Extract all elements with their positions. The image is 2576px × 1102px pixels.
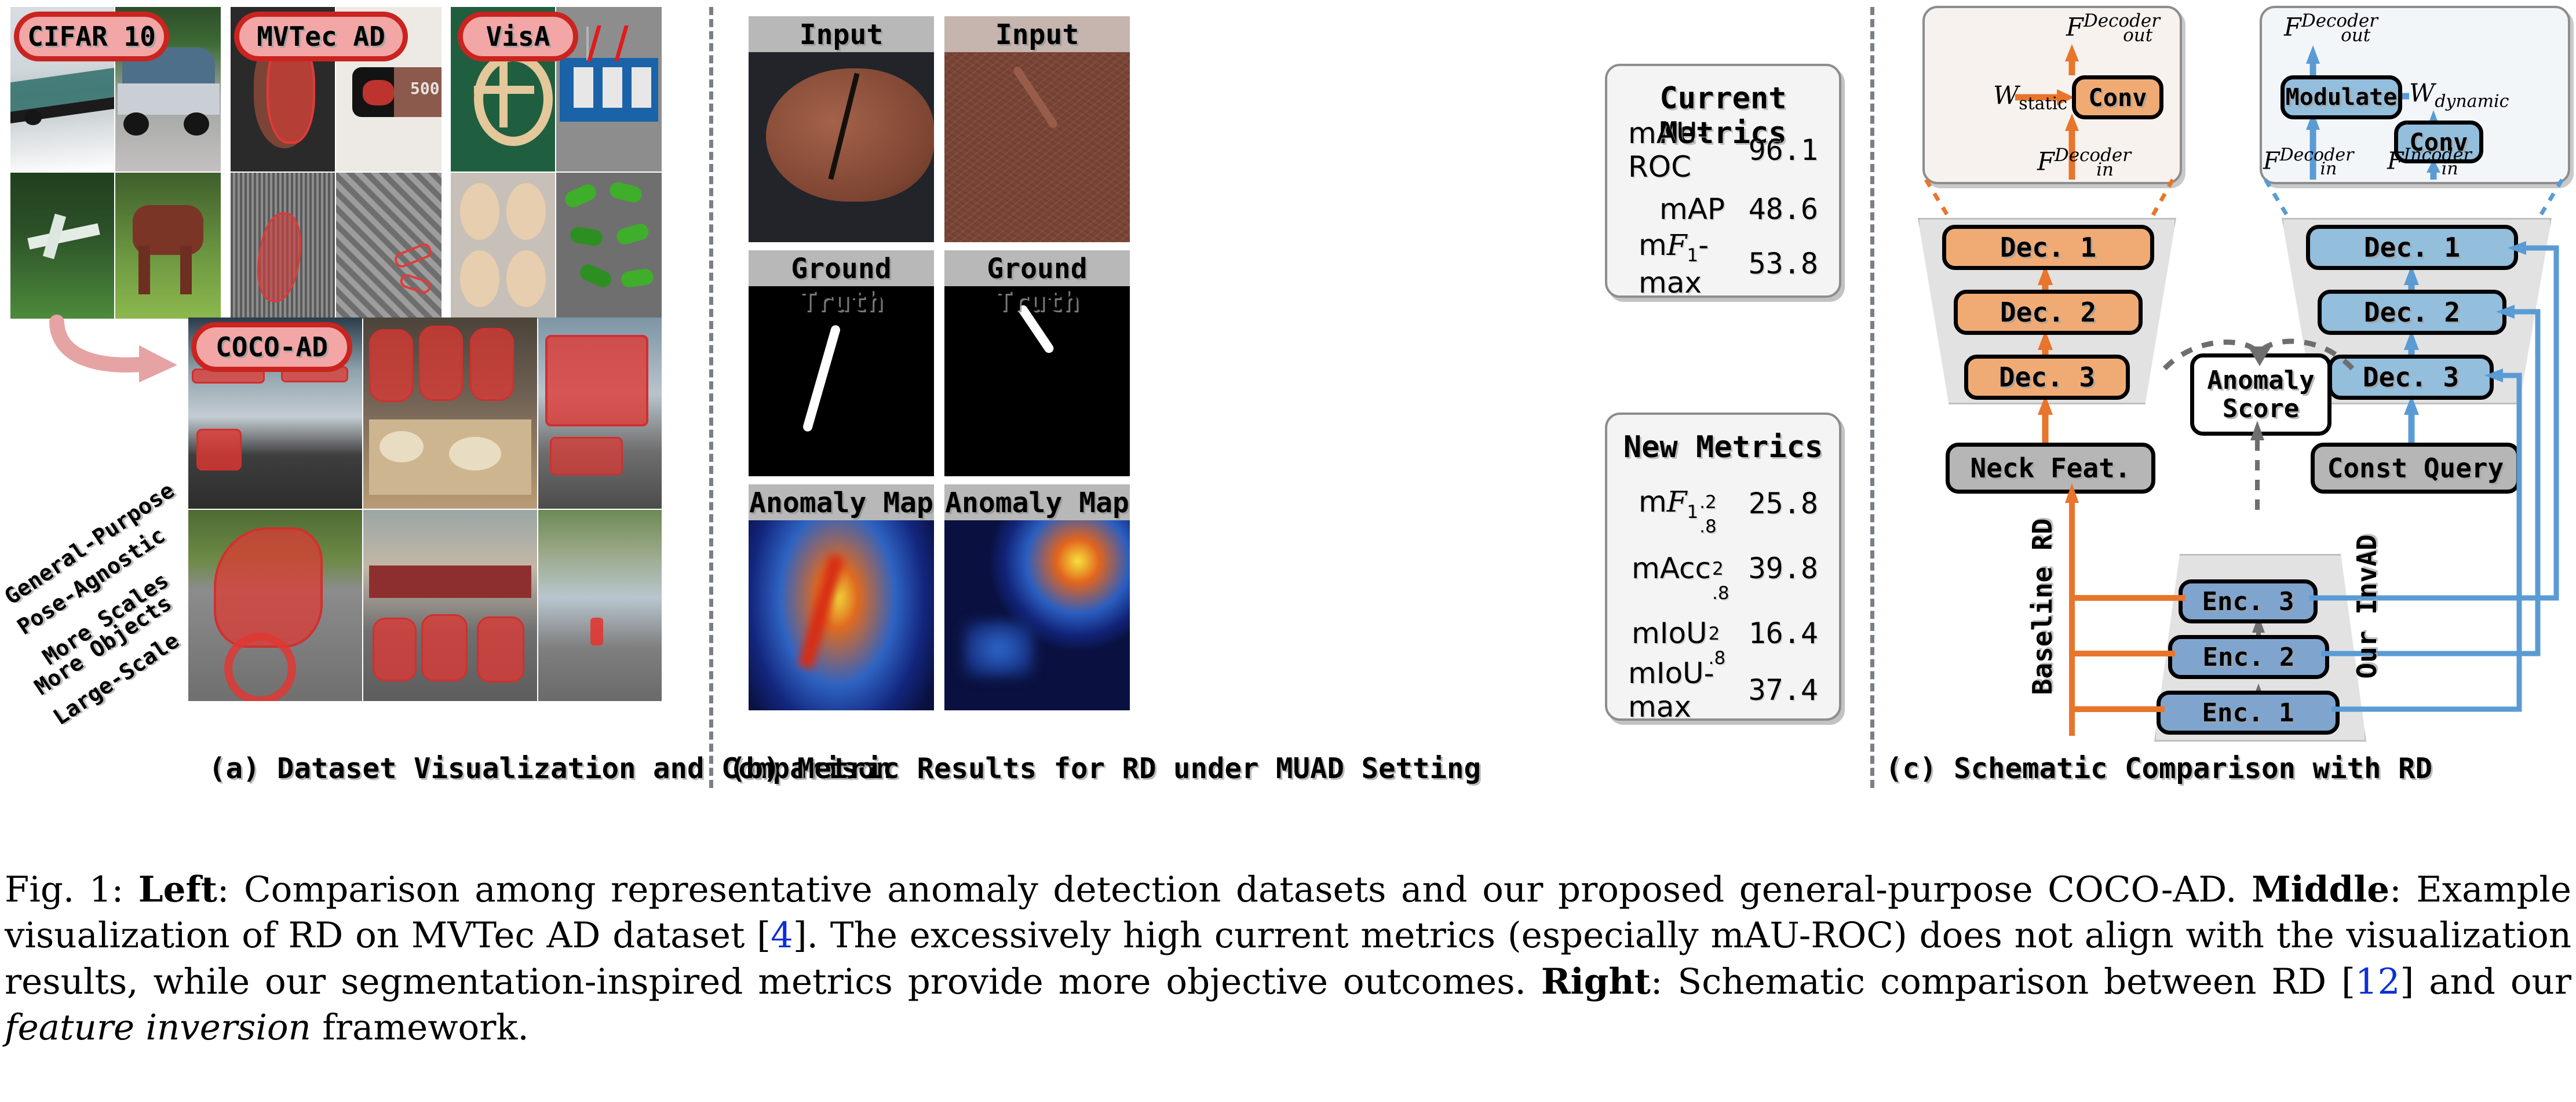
caption-bold-left: Left bbox=[138, 869, 217, 910]
panel-c-caption: (c) Schematic Comparison with RD bbox=[1885, 752, 2433, 785]
caption-bold-right: Right bbox=[1541, 961, 1651, 1002]
caption-text-6: framework. bbox=[311, 1006, 529, 1048]
invad-modulate-block: Modulate bbox=[2281, 75, 2402, 119]
metric-row-map: mAP 48.6 bbox=[1607, 189, 1839, 229]
caption-text-1: : Comparison among representative anomal… bbox=[217, 869, 2252, 910]
coco-image-bus bbox=[538, 318, 662, 509]
b-col2-input-image: Input bbox=[944, 16, 1130, 242]
b-col2-gt-label: Ground Truth bbox=[987, 253, 1088, 318]
dataset-badge-mvtec: MVTec AD bbox=[234, 12, 408, 61]
metric-value-mf1max: 53.8 bbox=[1748, 247, 1818, 280]
panel-divider-1 bbox=[709, 7, 713, 788]
b-col2-input-label: Input bbox=[995, 19, 1079, 51]
b-col2-map-image: Anomaly Map bbox=[944, 484, 1130, 710]
metric-row-mioumax: mIoU-max 37.4 bbox=[1607, 656, 1839, 724]
b-col1-input-label: Input bbox=[799, 19, 884, 51]
caption-citation-4[interactable]: 4 bbox=[771, 915, 793, 956]
metric-value-miou: 16.4 bbox=[1748, 616, 1818, 650]
transition-arrow-icon bbox=[49, 315, 177, 382]
new-metrics-title: New Metrics bbox=[1623, 430, 1823, 465]
caption-text-5: ] and our bbox=[2400, 961, 2572, 1002]
caption-text-4: : Schematic comparison between RD [ bbox=[1650, 961, 2355, 1002]
visa-image-capsules bbox=[556, 173, 662, 319]
metric-row-mf1-ratio: mF1.2.8 25.8 bbox=[1607, 483, 1839, 537]
coco-image-street bbox=[363, 510, 537, 701]
cifar-image-plane bbox=[10, 173, 114, 319]
caption-italic-feature-inversion: feature inversion bbox=[5, 1006, 311, 1048]
metric-value-mioumax: 37.4 bbox=[1748, 673, 1818, 707]
our-invad-branch-label: Our InvAD bbox=[2351, 534, 2382, 679]
rd-conv-block: Conv bbox=[2072, 75, 2163, 119]
metric-value-mf1-ratio: 25.8 bbox=[1748, 487, 1818, 520]
baseline-rd-branch-label: Baseline RD bbox=[2027, 518, 2058, 695]
coco-image-river bbox=[538, 510, 662, 701]
metric-value-mauroc: 96.1 bbox=[1748, 133, 1818, 167]
mvtec-image-carpet bbox=[231, 173, 335, 319]
rd-dec3-block: Dec. 3 bbox=[1964, 355, 2130, 400]
panel-divider-2 bbox=[1870, 7, 1874, 788]
metric-name-mauroc: mAU-ROC bbox=[1628, 116, 1708, 184]
metric-name-mf1-ratio: mF1.2.8 bbox=[1639, 484, 1717, 537]
coco-image-dinner bbox=[363, 318, 537, 509]
figure-caption: Fig. 1: Left: Comparison among represent… bbox=[5, 867, 2571, 1050]
dataset-badge-visa: VisA bbox=[458, 12, 578, 61]
metric-row-mauroc: mAU-ROC 96.1 bbox=[1607, 116, 1839, 184]
panel-b-caption: (b) Metric Results for RD under MUAD Set… bbox=[729, 752, 1482, 785]
cifar-image-horse bbox=[115, 173, 221, 319]
rd-dec1-block: Dec. 1 bbox=[1942, 225, 2154, 270]
b-col1-gt-label: Ground Truth bbox=[791, 253, 892, 318]
metric-row-macc: mAcc 2.8 39.8 bbox=[1607, 548, 1839, 604]
current-metrics-card: Current Metrics mAU-ROC 96.1 mAP 48.6 mF… bbox=[1605, 64, 1841, 300]
new-metrics-card: New Metrics mF1.2.8 25.8 mAcc 2.8 39.8 mI… bbox=[1605, 413, 1841, 724]
invad-wdynamic-label: Wdynamic bbox=[2409, 79, 2509, 112]
metric-name-mf1max: mF1-max bbox=[1639, 228, 1709, 300]
b-col2-map-label: Anomaly Map bbox=[945, 487, 1129, 519]
metric-row-miou: mIoU 2.8 16.4 bbox=[1607, 613, 1839, 669]
metric-name-map: mAP bbox=[1659, 192, 1725, 226]
metric-name-mioumax: mIoU-max bbox=[1628, 656, 1714, 724]
metric-value-map: 48.6 bbox=[1748, 192, 1818, 226]
metric-value-macc: 39.8 bbox=[1748, 552, 1818, 585]
caption-citation-12[interactable]: 12 bbox=[2355, 961, 2400, 1002]
coco-image-motorbike bbox=[188, 510, 362, 701]
rd-wstatic-label: Wstatic bbox=[1993, 81, 2067, 114]
b-col1-map-label: Anomaly Map bbox=[749, 487, 933, 519]
figure-1: CIFAR 10 500 MVTec AD VisA COCO-AD Gener… bbox=[0, 0, 2576, 1102]
caption-bold-middle: Middle bbox=[2252, 869, 2390, 910]
dataset-badge-cocoad: COCO-AD bbox=[191, 322, 352, 372]
invad-skip-connections bbox=[2309, 241, 2559, 712]
visa-image-macaroni bbox=[451, 173, 555, 319]
b-col1-map-image: Anomaly Map bbox=[749, 484, 934, 710]
b-col1-input-image: Input bbox=[749, 16, 934, 242]
metric-name-macc: mAcc 2.8 bbox=[1632, 552, 1730, 604]
caption-fig-label: Fig. 1: bbox=[5, 869, 124, 910]
b-col2-gt-image: Ground Truth bbox=[944, 250, 1130, 476]
dataset-badge-cifar10: CIFAR 10 bbox=[14, 12, 169, 61]
metric-name-miou: mIoU 2.8 bbox=[1632, 616, 1726, 669]
b-col1-gt-image: Ground Truth bbox=[749, 250, 934, 476]
metric-row-mf1max: mF1-max 53.8 bbox=[1607, 228, 1839, 300]
rd-skip-connections bbox=[2065, 483, 2185, 736]
mvtec-image-grid bbox=[336, 173, 442, 319]
